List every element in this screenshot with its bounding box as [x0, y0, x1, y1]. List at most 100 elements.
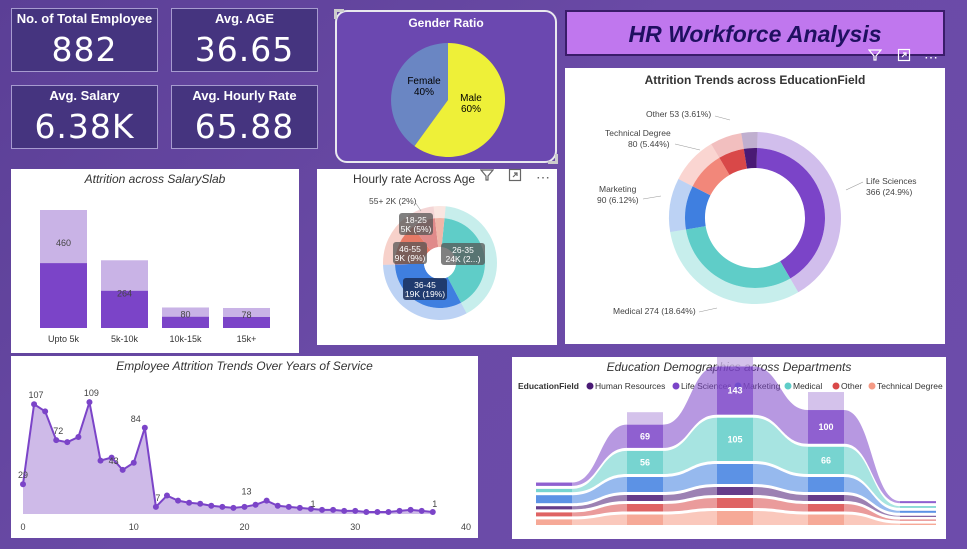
years-service-card: Employee Attrition Trends Over Years of … [11, 356, 478, 538]
ribbon-segment[interactable] [717, 487, 753, 495]
legend-item[interactable]: Human Resources [595, 381, 665, 391]
ribbon-segment[interactable] [808, 477, 844, 492]
hourly-rate-donut[interactable]: 55+ 2K (2%) 18-25 5K (5%) 26-35 24K (2..… [317, 169, 557, 345]
data-point[interactable] [374, 508, 381, 515]
data-point[interactable] [418, 507, 425, 514]
data-point[interactable] [296, 504, 303, 511]
focus-mode-icon[interactable] [895, 48, 913, 66]
ribbon-segment[interactable] [536, 512, 572, 517]
legend-item[interactable]: Technical Degree [877, 381, 943, 391]
data-point[interactable] [396, 507, 403, 514]
data-point[interactable] [64, 439, 71, 446]
data-label: 107 [29, 390, 44, 400]
years-service-chart[interactable]: 291077210943847131 10 10 20 30 40 [11, 356, 478, 538]
data-point[interactable] [385, 508, 392, 515]
data-point[interactable] [319, 506, 326, 513]
gender-pie[interactable]: Female 40% Male 60% [337, 12, 559, 165]
data-point[interactable] [86, 399, 93, 406]
ribbon-total[interactable] [717, 357, 753, 367]
legend-marker[interactable] [832, 382, 840, 390]
ribbon-segment[interactable] [627, 495, 663, 501]
data-point[interactable] [208, 502, 215, 509]
ribbon-segment[interactable] [900, 510, 936, 513]
data-point[interactable] [75, 434, 82, 441]
resize-handle[interactable] [548, 154, 558, 164]
more-options-icon[interactable]: ⋯ [534, 168, 552, 186]
ribbon-segment[interactable] [627, 514, 663, 526]
kpi-label: Avg. Hourly Rate [192, 88, 297, 103]
data-point[interactable] [197, 500, 204, 507]
gender-ratio-visual[interactable]: Gender Ratio Female 40% Male 60% [334, 9, 559, 165]
resize-handle[interactable] [334, 9, 344, 19]
ribbon-segment[interactable] [900, 523, 936, 525]
ribbon-segment[interactable] [808, 504, 844, 512]
ribbon-segment[interactable] [808, 495, 844, 501]
legend-marker[interactable] [868, 382, 876, 390]
data-point[interactable] [263, 497, 270, 504]
ribbon-total[interactable] [808, 392, 844, 411]
ribbon-segment[interactable] [536, 519, 572, 525]
legend-item[interactable]: Other [841, 381, 862, 391]
ribbon-value-label: 66 [821, 455, 831, 465]
data-point[interactable] [186, 499, 193, 506]
ribbon-total[interactable] [627, 412, 663, 425]
ribbon-segment[interactable] [900, 515, 936, 517]
kpi-label: Avg. Salary [49, 88, 120, 103]
ribbon-segment[interactable] [536, 482, 572, 486]
data-point[interactable] [97, 457, 104, 464]
data-point[interactable] [31, 401, 38, 408]
ribbon-segment[interactable] [900, 501, 936, 504]
data-point[interactable] [230, 504, 237, 511]
data-point[interactable] [130, 459, 137, 466]
bar-attrition-total[interactable] [101, 260, 148, 291]
ribbon-segment[interactable] [808, 514, 844, 526]
data-point[interactable] [285, 503, 292, 510]
data-point[interactable] [219, 503, 226, 510]
education-field-donut[interactable]: Life Sciences 366 (24.9%) Medical 274 (1… [565, 68, 945, 344]
data-point[interactable] [341, 507, 348, 514]
ribbon-segment[interactable] [536, 506, 572, 510]
data-point[interactable] [352, 507, 359, 514]
ribbon-segment[interactable] [900, 519, 936, 521]
more-options-icon[interactable]: ⋯ [922, 48, 940, 66]
label-life-sciences-value: 366 (24.9%) [866, 187, 912, 197]
ribbon-segment[interactable] [536, 495, 572, 504]
filter-icon[interactable] [478, 168, 496, 186]
bar-attrition-total[interactable] [40, 210, 87, 264]
legend-marker[interactable] [784, 382, 792, 390]
data-point[interactable] [141, 424, 148, 431]
data-point[interactable] [252, 501, 259, 508]
ribbon-segment[interactable] [717, 498, 753, 508]
ribbon-segment[interactable] [900, 506, 936, 508]
ribbon-segment[interactable] [717, 464, 753, 484]
data-point[interactable] [175, 497, 182, 504]
data-point[interactable] [53, 437, 60, 444]
legend-item[interactable]: Medical [793, 381, 822, 391]
legend-marker[interactable] [586, 382, 594, 390]
focus-mode-icon[interactable] [506, 168, 524, 186]
demographics-ribbon-chart[interactable]: EducationField Human ResourcesLife Scien… [512, 357, 946, 539]
legend-marker[interactable] [672, 382, 680, 390]
data-point[interactable] [363, 508, 370, 515]
donut-outer-55+[interactable] [433, 206, 446, 219]
ribbon-segment[interactable] [627, 477, 663, 492]
data-point[interactable] [274, 502, 281, 509]
bar-attrition-yes[interactable] [40, 263, 87, 328]
data-point[interactable] [152, 503, 159, 510]
data-point[interactable] [407, 506, 414, 513]
data-point[interactable] [42, 408, 49, 415]
label-life-sciences: Life Sciences [866, 176, 917, 186]
kpi-value: 6.38K [34, 107, 135, 146]
filter-icon[interactable] [866, 48, 884, 66]
ribbon-segment[interactable] [536, 488, 572, 493]
data-point[interactable] [119, 466, 126, 473]
donut-outer-human-resources[interactable] [741, 132, 758, 149]
salaryslab-chart[interactable]: 460 Upto 5k 264 5k-10k 80 10k-15k 78 15k+ [11, 169, 299, 353]
data-point[interactable] [20, 481, 26, 488]
data-point[interactable] [163, 492, 170, 499]
ribbon-segment[interactable] [627, 504, 663, 512]
data-point[interactable] [330, 506, 337, 513]
data-point[interactable] [429, 508, 436, 515]
ribbon-segment[interactable] [717, 511, 753, 525]
data-point[interactable] [241, 503, 248, 510]
